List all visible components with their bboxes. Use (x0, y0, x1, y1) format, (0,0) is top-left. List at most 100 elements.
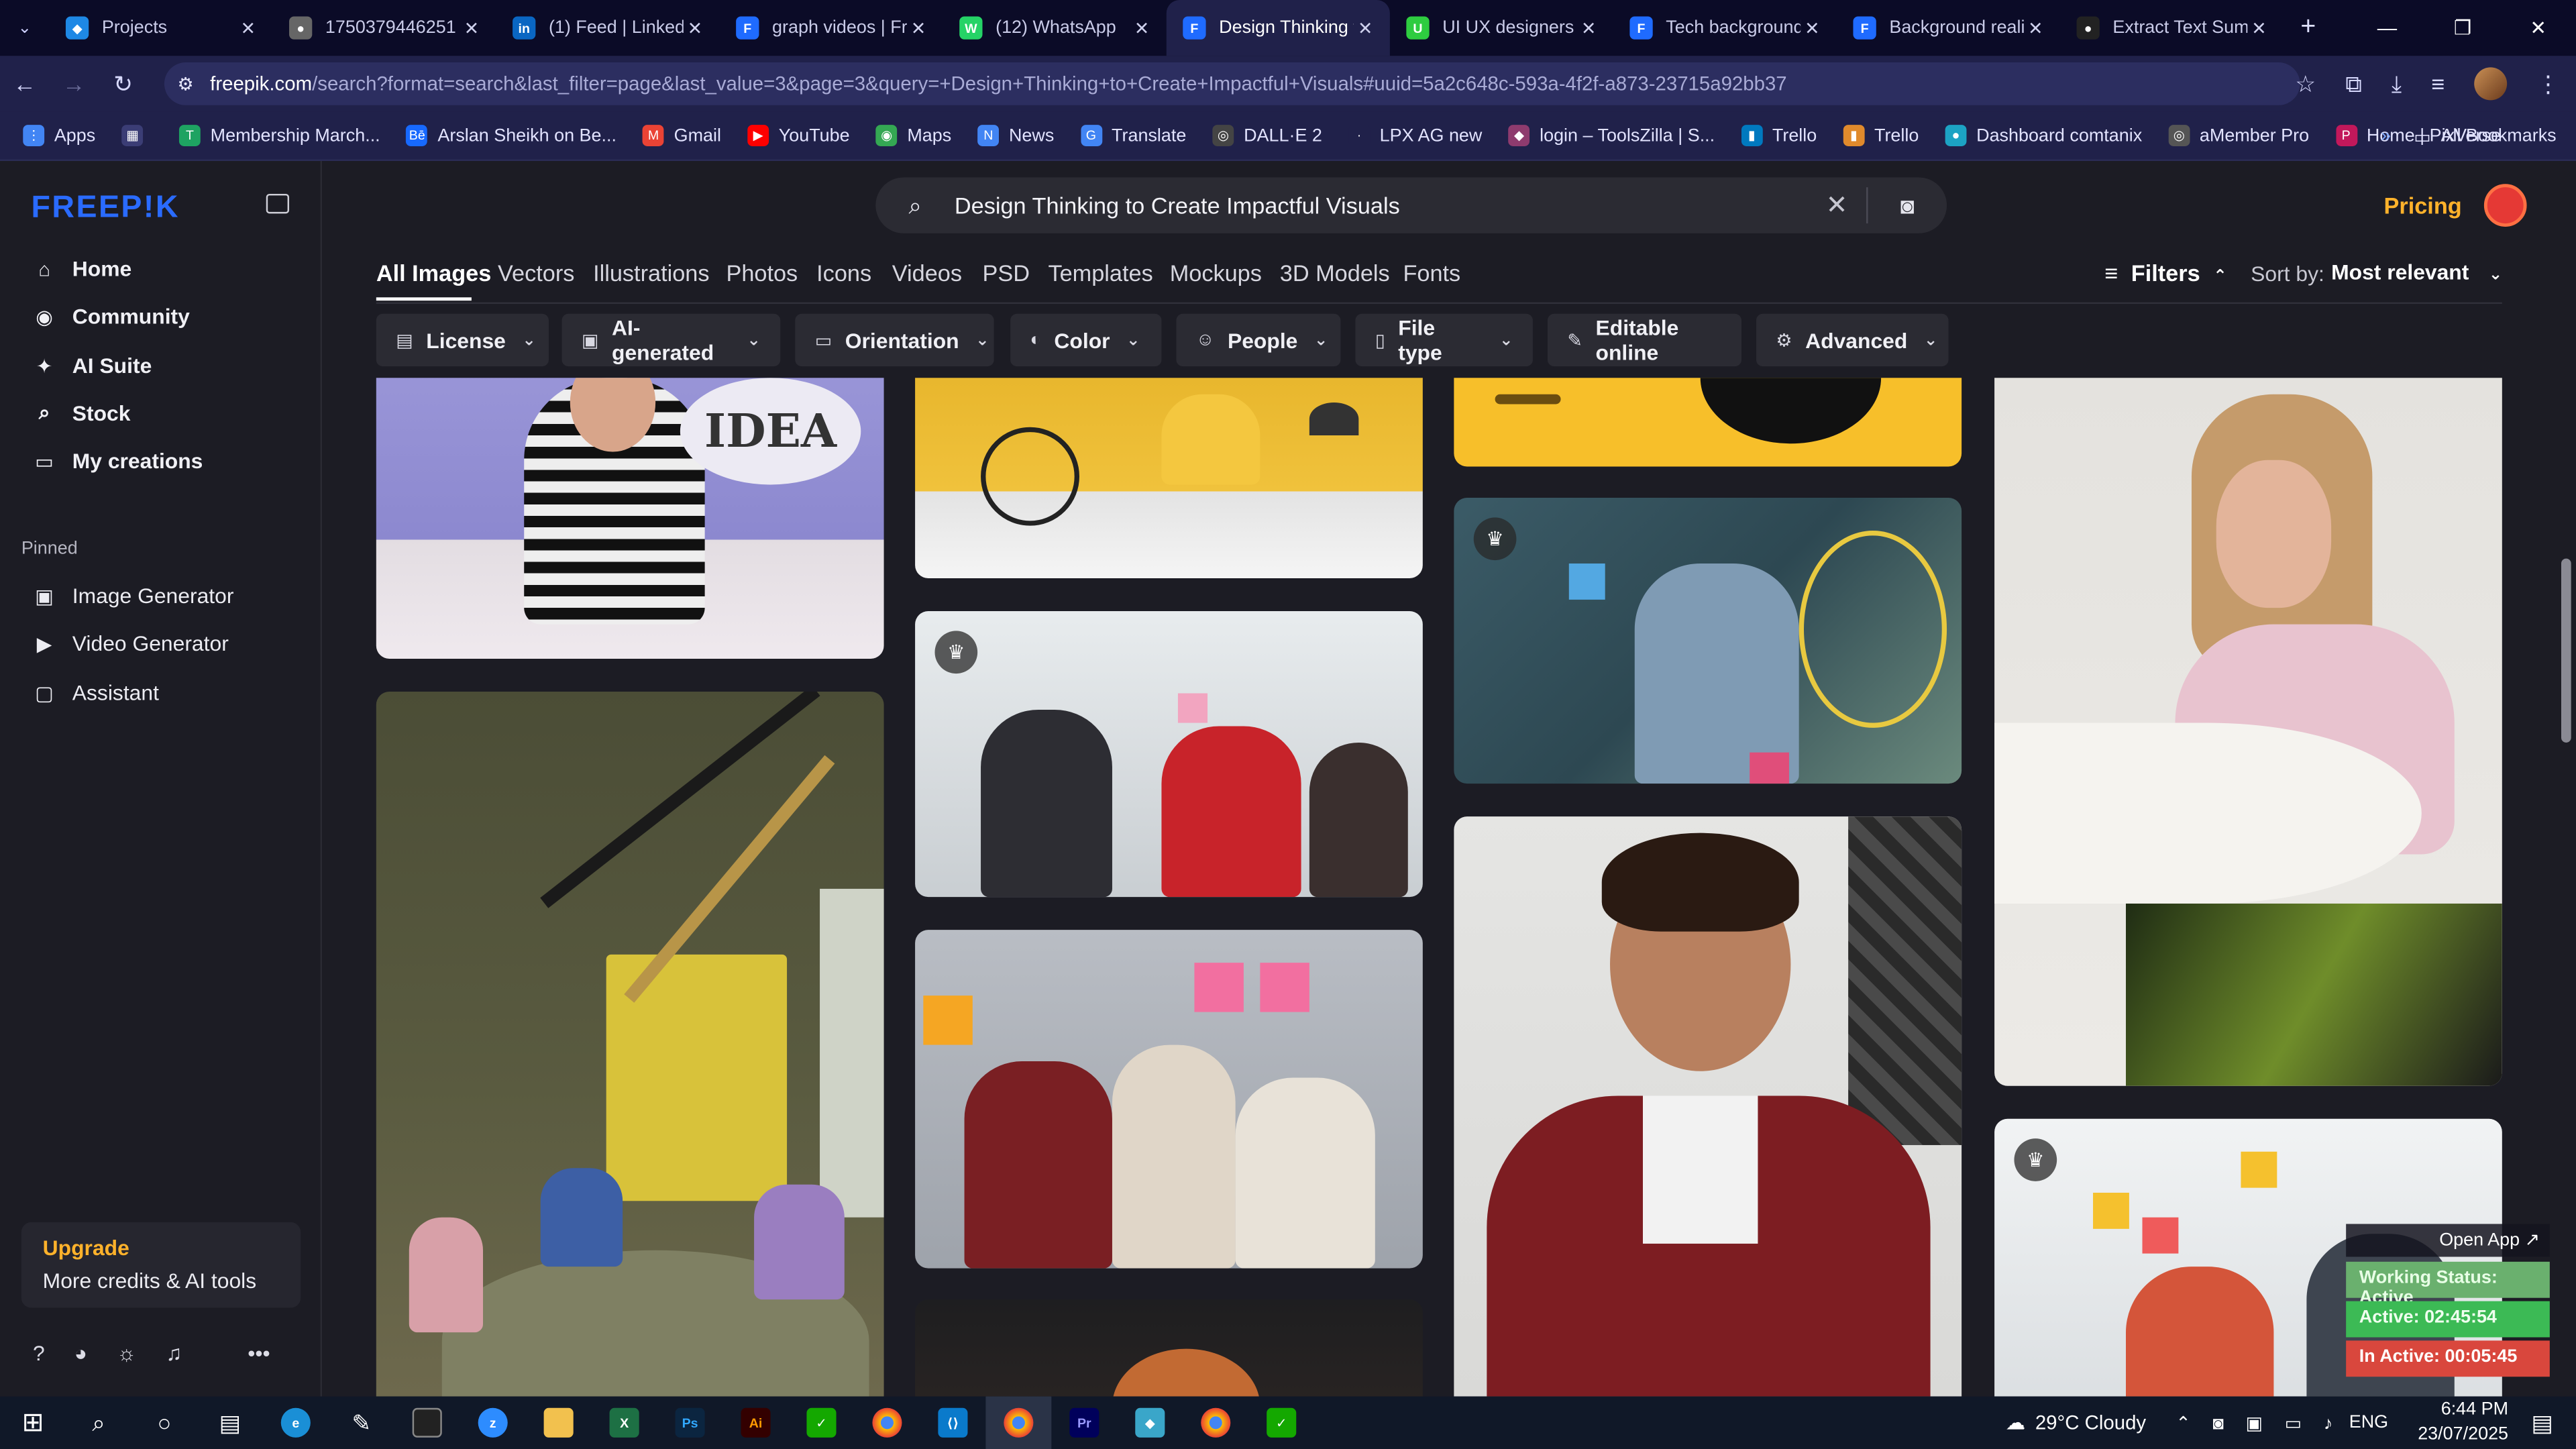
tab-close-icon[interactable]: ✕ (907, 17, 930, 38)
profile-avatar[interactable] (2474, 67, 2508, 101)
tab-icons[interactable]: Icons (816, 260, 871, 286)
cortana-icon[interactable]: ○ (131, 1397, 197, 1449)
illustrator-icon[interactable]: Ai (723, 1397, 789, 1449)
bookmark-item[interactable]: ▮ Trello (1741, 125, 1817, 146)
result-image[interactable] (915, 1299, 1423, 1397)
chrome-icon[interactable] (1183, 1397, 1248, 1449)
tab-mockups[interactable]: Mockups (1170, 260, 1262, 286)
tab-close-icon[interactable]: ✕ (684, 17, 706, 38)
browser-tab[interactable]: ● Extract Text Summ✕ (2060, 0, 2284, 56)
theme-sun-icon[interactable]: ☼ (117, 1340, 136, 1365)
filter-chip-editable-online[interactable]: ✎ Editable online (1547, 313, 1741, 367)
filter-chip-advanced[interactable]: ⚙ Advanced ⌄ (1756, 313, 1949, 367)
tab-vectors[interactable]: Vectors (498, 260, 574, 286)
user-avatar[interactable] (2483, 184, 2527, 227)
tab-fonts[interactable]: Fonts (1403, 260, 1460, 286)
filter-chip-license[interactable]: ▤ License ⌄ (376, 313, 549, 367)
upgrade-card[interactable]: Upgrade More credits & AI tools (21, 1222, 301, 1308)
browser-tab[interactable]: W (12) WhatsApp ✕ (943, 0, 1167, 56)
browser-tab[interactable]: F Design Thinking t ✕ (1166, 0, 1390, 56)
filter-chip-file-type[interactable]: ▯ File type ⌄ (1355, 313, 1533, 367)
bookmark-item[interactable]: ◎ DALL·E 2 (1212, 125, 1322, 146)
all-bookmarks-folder[interactable]: ▭ All Bookmarks (2414, 125, 2556, 148)
camera-icon[interactable]: ◙ (2212, 1415, 2223, 1434)
scrollbar-thumb[interactable] (2561, 558, 2571, 743)
bookmark-star-icon[interactable]: ☆ (2295, 70, 2316, 98)
bookmark-item[interactable]: ⋮ Apps (23, 125, 95, 146)
result-image[interactable]: ♛ (1454, 498, 1962, 784)
browser-menu-icon[interactable]: ⋮ (2536, 70, 2559, 98)
sidebar-item-ai-suite[interactable]: ✦ AI Suite (33, 354, 152, 378)
search-input[interactable]: Design Thinking to Create Impactful Visu… (955, 193, 1807, 219)
photoshop-icon[interactable]: Ps (657, 1397, 723, 1449)
pinned-item-assistant[interactable]: ▢ Assistant (33, 680, 159, 705)
edge-icon[interactable]: e (263, 1397, 329, 1449)
pen-tool-icon[interactable]: ✎ (329, 1397, 394, 1449)
scrollbar-track[interactable] (2556, 164, 2576, 1397)
browser-tab[interactable]: ◆ Projects ✕ (49, 0, 272, 56)
tab-all-images[interactable]: All Images (376, 260, 492, 286)
bookmark-item[interactable]: ◆ login – ToolsZilla | S... (1508, 125, 1715, 146)
search-bar[interactable]: ⌕ Design Thinking to Create Impactful Vi… (875, 177, 1947, 233)
vscode-icon[interactable]: ⟨⟩ (920, 1397, 985, 1449)
pinned-item-image-generator[interactable]: ▣ Image Generator (33, 583, 233, 608)
result-image[interactable] (915, 378, 1423, 579)
bookmark-item[interactable]: ▶ YouTube (747, 125, 850, 146)
bookmark-item[interactable]: ▦ (121, 125, 153, 146)
premiere-icon[interactable]: Pr (1051, 1397, 1117, 1449)
sidebar-toggle-icon[interactable] (266, 193, 290, 214)
weather-cloud-icon[interactable]: ☁ (2006, 1411, 2025, 1434)
sidebar-item-home[interactable]: ⌂ Home (33, 256, 131, 281)
language-indicator[interactable]: ENG (2349, 1413, 2388, 1432)
forward-arrow-icon[interactable]: → (49, 70, 98, 97)
site-info-icon[interactable]: ⚙ (177, 73, 193, 94)
sort-dropdown[interactable]: Most relevant ⌄ (2331, 260, 2502, 284)
notification-center-icon[interactable]: ▤ (2531, 1409, 2553, 1437)
tab-3d-models[interactable]: 3D Models (1280, 260, 1390, 286)
new-tab-button[interactable]: + (2284, 13, 2332, 43)
display-icon[interactable]: ▣ (2245, 1415, 2262, 1434)
tab-illustrations[interactable]: Illustrations (593, 260, 709, 286)
notification-bell-icon[interactable]: ♫ (166, 1340, 182, 1365)
minimize-icon[interactable]: — (2349, 0, 2425, 56)
clock[interactable]: 6:44 PM 23/07/2025 (2418, 1398, 2508, 1447)
browser-tab[interactable]: ● 1750379446251 (✕ (273, 0, 496, 56)
restore-icon[interactable]: ❐ (2425, 0, 2501, 56)
result-image[interactable] (1994, 378, 2502, 1086)
sidebar-item-stock[interactable]: ⌕ Stock (33, 401, 131, 426)
bookmark-item[interactable]: ▮ Trello (1843, 125, 1919, 146)
filter-chip-orientation[interactable]: ▭ Orientation ⌄ (795, 313, 994, 367)
tab-psd[interactable]: PSD (983, 260, 1030, 286)
media-control-icon[interactable]: ≡ (2431, 70, 2445, 97)
sidebar-item-my-creations[interactable]: ▭ My creations (33, 449, 203, 474)
open-app-link[interactable]: Open App ↗ (2346, 1224, 2550, 1257)
bookmark-item[interactable]: ● Dashboard comtanix (1945, 125, 2142, 146)
upwork-icon[interactable]: ✓ (1248, 1397, 1314, 1449)
result-image[interactable]: ♛ (915, 611, 1423, 898)
pinned-item-video-generator[interactable]: ▶ Video Generator (33, 631, 229, 655)
chevron-up-icon[interactable]: ⌃ (2176, 1415, 2191, 1434)
filter-chip-color[interactable]: ◐ Color ⌄ (1010, 313, 1162, 367)
tab-templates[interactable]: Templates (1048, 260, 1152, 286)
sidebar-item-community[interactable]: ◉ Community (33, 304, 190, 329)
tab-videos[interactable]: Videos (892, 260, 962, 286)
filters-toggle[interactable]: ≡ Filters ⌃ (2104, 260, 2227, 286)
url-input[interactable]: ⚙ freepik.com/search?format=search&last_… (164, 62, 2300, 105)
more-bookmarks-icon[interactable]: » (2381, 127, 2391, 146)
result-image[interactable] (1454, 816, 1962, 1397)
tab-close-icon[interactable]: ✕ (1801, 17, 1823, 38)
browser-tab[interactable]: in (1) Feed | LinkedIn✕ (496, 0, 720, 56)
tab-photos[interactable]: Photos (726, 260, 798, 286)
discord-icon[interactable]: ◕ (74, 1340, 87, 1365)
tab-search-chevron-icon[interactable]: ⌄ (0, 0, 49, 56)
camera-search-icon[interactable]: ◙ (1868, 193, 1947, 219)
tab-close-icon[interactable]: ✕ (1577, 17, 1600, 38)
filter-chip-people[interactable]: ☺ People ⌄ (1176, 313, 1341, 367)
tab-close-icon[interactable]: ✕ (1130, 17, 1153, 38)
volume-icon[interactable]: ♪ (2324, 1415, 2332, 1434)
result-image[interactable] (1454, 378, 1962, 467)
result-image[interactable] (915, 930, 1423, 1269)
freepik-logo[interactable]: FREEP!K (32, 191, 180, 227)
windows-start-icon[interactable]: ⊞ (0, 1397, 66, 1449)
filter-chip-ai-generated[interactable]: ▣ AI-generated ⌄ (561, 313, 781, 367)
